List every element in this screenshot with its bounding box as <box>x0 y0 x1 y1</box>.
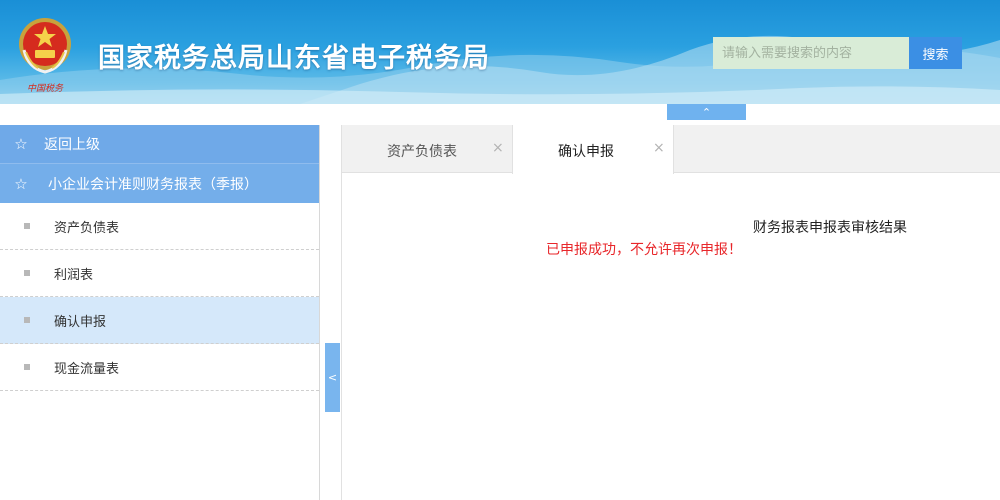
sidebar: ☆ 返回上级 ☆ 小企业会计准则财务报表（季报） 资产负债表 利润表 确认申报 … <box>0 125 320 500</box>
search-input[interactable] <box>713 37 909 69</box>
sidebar-item-label: 确认申报 <box>54 314 107 330</box>
bullet-icon <box>24 223 30 229</box>
bullet-icon <box>24 270 30 276</box>
collapse-header-button[interactable]: ⌃ <box>667 104 746 120</box>
sidebar-item-income-statement[interactable]: 利润表 <box>0 250 319 297</box>
sidebar-back-button[interactable]: ☆ 返回上级 <box>0 125 319 164</box>
tab-bar: 资产负债表 × 确认申报 × <box>342 125 1000 174</box>
star-icon: ☆ <box>14 135 28 153</box>
result-message: 已申报成功，不允许再次申报！ <box>546 242 742 258</box>
sidebar-item-label: 资产负债表 <box>54 220 120 236</box>
tab-confirm-filing[interactable]: 确认申报 × <box>512 125 674 174</box>
sidebar-category-label: 小企业会计准则财务报表（季报） <box>48 176 258 193</box>
sidebar-item-label: 现金流量表 <box>54 361 120 377</box>
search-button[interactable]: 搜索 <box>909 37 962 69</box>
sidebar-item-label: 利润表 <box>54 267 94 283</box>
star-icon: ☆ <box>14 174 28 193</box>
tab-label: 资产负债表 <box>387 144 457 160</box>
bullet-icon <box>24 317 30 323</box>
tax-emblem-logo: 中国税务 <box>14 12 76 96</box>
close-icon[interactable]: × <box>653 140 665 156</box>
main-panel: 资产负债表 × 确认申报 × 财务报表申报表审核结果 已申报成功，不允许再次申报… <box>341 125 1000 500</box>
site-title: 国家税务总局山东省电子税务局 <box>98 43 490 74</box>
svg-text:中国税务: 中国税务 <box>27 83 64 94</box>
sidebar-back-label: 返回上级 <box>44 137 100 153</box>
sidebar-item-balance-sheet[interactable]: 资产负债表 <box>0 203 319 250</box>
chevron-left-icon: < <box>327 371 338 384</box>
site-header: 中国税务 国家税务总局山东省电子税务局 搜索 <box>0 0 1000 104</box>
sidebar-category-header[interactable]: ☆ 小企业会计准则财务报表（季报） <box>0 164 319 203</box>
bullet-icon <box>24 364 30 370</box>
sidebar-item-cash-flow[interactable]: 现金流量表 <box>0 344 319 391</box>
tab-balance-sheet[interactable]: 资产负债表 × <box>342 125 512 173</box>
collapse-sidebar-button[interactable]: < <box>325 343 340 412</box>
close-icon[interactable]: × <box>492 140 504 156</box>
sidebar-item-confirm-filing[interactable]: 确认申报 <box>0 297 319 344</box>
result-title: 财务报表申报表审核结果 <box>753 220 907 236</box>
chevron-up-icon: ⌃ <box>701 105 712 119</box>
tab-label: 确认申报 <box>558 144 614 160</box>
